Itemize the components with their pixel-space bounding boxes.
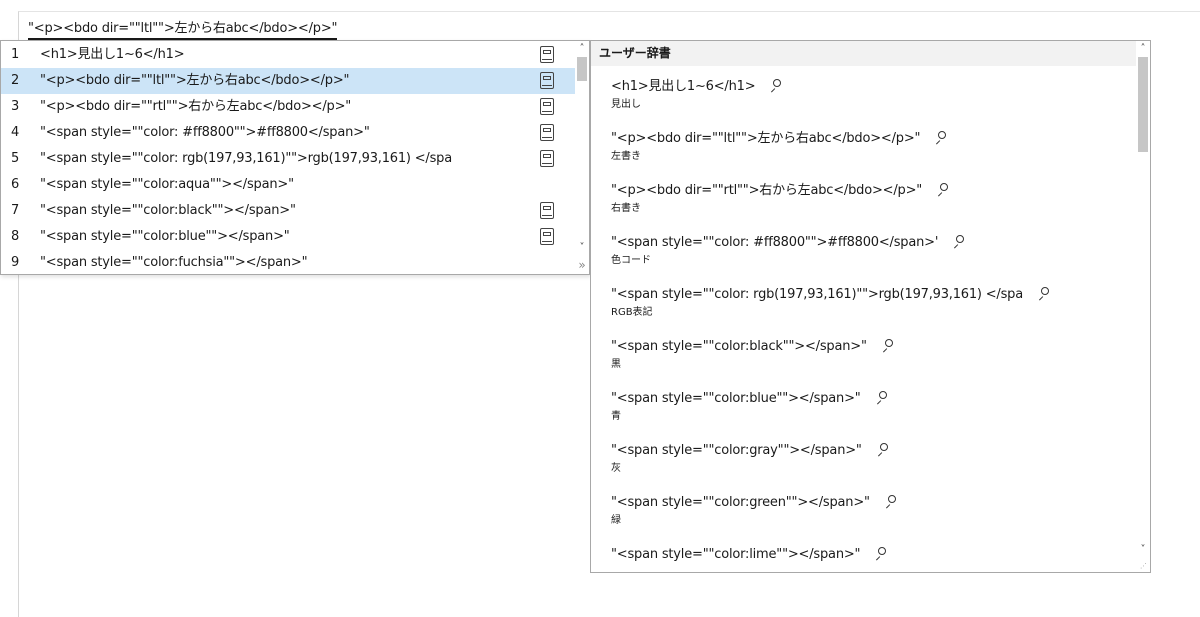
ime-candidate-window: 1 <h1>見出し1~6</h1> 2 "<p><bdo dir=""ltl""… <box>0 40 590 275</box>
dictionary-entry[interactable]: "<span style=""color:gray""></span>" 灰 <box>611 442 1131 476</box>
candidate-text: "<p><bdo dir=""rtl"">右から左abc</bdo></p>" <box>40 99 352 114</box>
candidate-text: "<p><bdo dir=""ltl"">左から右abc</bdo></p>" <box>40 73 350 88</box>
dictionary-reading: 緑 <box>611 515 621 526</box>
dictionary-reading: 見出し <box>611 99 641 110</box>
candidate-text: "<span style=""color:blue""></span>" <box>40 229 290 244</box>
scroll-thumb[interactable] <box>577 57 587 81</box>
candidate-number: 2 <box>11 73 20 88</box>
dictionary-entry[interactable]: "<span style=""color:lime""></span>" <box>611 546 1131 566</box>
candidate-row[interactable]: 6 "<span style=""color:aqua""></span>" <box>1 172 575 198</box>
candidate-row[interactable]: 3 "<p><bdo dir=""rtl"">右から左abc</bdo></p>… <box>1 94 575 120</box>
dictionary-entry[interactable]: "<p><bdo dir=""ltl"">左から右abc</bdo></p>" … <box>611 130 1131 164</box>
resize-grip-icon[interactable]: ⋰ <box>1140 562 1148 570</box>
candidate-number: 1 <box>11 47 20 62</box>
dictionary-title: ユーザー辞書 <box>591 41 1136 66</box>
dictionary-word: "<span style=""color: rgb(197,93,161)"">… <box>611 287 1023 302</box>
dictionary-word: <h1>見出し1~6</h1> <box>611 79 756 94</box>
dictionary-word: "<span style=""color:gray""></span>" <box>611 443 862 458</box>
candidate-row[interactable]: 8 "<span style=""color:blue""></span>" <box>1 224 575 250</box>
candidate-number: 7 <box>11 203 20 218</box>
search-icon[interactable] <box>874 547 888 561</box>
dictionary-entry[interactable]: "<p><bdo dir=""rtl"">右から左abc</bdo></p>" … <box>611 182 1131 216</box>
dictionary-entry[interactable]: "<span style=""color:blue""></span>" 青 <box>611 390 1131 424</box>
dictionary-entry[interactable]: "<span style=""color:green""></span>" 緑 <box>611 494 1131 528</box>
candidate-number: 9 <box>11 255 20 270</box>
dictionary-icon <box>540 98 554 115</box>
candidate-scrollbar[interactable]: ˄ ˅ <box>575 41 589 274</box>
dictionary-icon <box>540 72 554 89</box>
search-icon[interactable] <box>884 495 898 509</box>
dictionary-reading: 右書き <box>611 203 641 214</box>
dictionary-icon <box>540 228 554 245</box>
dictionary-reading: 黒 <box>611 359 621 370</box>
search-icon[interactable] <box>1037 287 1051 301</box>
dictionary-entry[interactable]: "<span style=""color:black""></span>" 黒 <box>611 338 1131 372</box>
dictionary-word: "<p><bdo dir=""rtl"">右から左abc</bdo></p>" <box>611 183 923 198</box>
dictionary-icon <box>540 124 554 141</box>
dictionary-entry[interactable]: "<span style=""color: rgb(197,93,161)"">… <box>611 286 1131 320</box>
candidate-row[interactable]: 5 "<span style=""color: rgb(197,93,161)"… <box>1 146 575 172</box>
candidate-text: "<span style=""color: rgb(197,93,161)"">… <box>40 151 452 166</box>
candidate-row[interactable]: 4 "<span style=""color: #ff8800"">#ff880… <box>1 120 575 146</box>
expand-chevron-icon[interactable]: » <box>575 257 589 273</box>
scroll-down-icon[interactable]: ˅ <box>1136 543 1150 557</box>
dictionary-reading: 青 <box>611 411 621 422</box>
search-icon[interactable] <box>769 79 783 93</box>
candidate-text: "<span style=""color:black""></span>" <box>40 203 296 218</box>
dictionary-scrollbar[interactable]: ˄ ˅ <box>1136 41 1150 572</box>
dictionary-word: "<span style=""color:black""></span>" <box>611 339 867 354</box>
candidate-text: "<span style=""color: #ff8800"">#ff8800<… <box>40 125 370 140</box>
scroll-up-icon[interactable]: ˄ <box>575 42 589 56</box>
search-icon[interactable] <box>881 339 895 353</box>
dictionary-entry[interactable]: <h1>見出し1~6</h1> 見出し <box>611 78 1131 112</box>
user-dictionary-pane: ユーザー辞書 <h1>見出し1~6</h1> 見出し "<p><bdo dir=… <box>590 40 1151 573</box>
dictionary-word: "<p><bdo dir=""ltl"">左から右abc</bdo></p>" <box>611 131 921 146</box>
dictionary-icon <box>540 202 554 219</box>
dictionary-list: <h1>見出し1~6</h1> 見出し "<p><bdo dir=""ltl""… <box>591 66 1136 572</box>
candidate-number: 8 <box>11 229 20 244</box>
candidate-number: 6 <box>11 177 20 192</box>
dictionary-reading: 左書き <box>611 151 641 162</box>
candidate-row[interactable]: 7 "<span style=""color:black""></span>" <box>1 198 575 224</box>
candidate-text: <h1>見出し1~6</h1> <box>40 47 185 62</box>
search-icon[interactable] <box>952 235 966 249</box>
composition-string: "<p><bdo dir=""ltl"">左から右abc</bdo></p>" <box>28 21 338 36</box>
search-icon[interactable] <box>936 183 950 197</box>
candidate-number: 3 <box>11 99 20 114</box>
dictionary-reading: 色コード <box>611 255 651 266</box>
candidate-text: "<span style=""color:aqua""></span>" <box>40 177 294 192</box>
candidate-number: 5 <box>11 151 20 166</box>
dictionary-word: "<span style=""color:green""></span>" <box>611 495 870 510</box>
search-icon[interactable] <box>934 131 948 145</box>
candidate-row-selected[interactable]: 2 "<p><bdo dir=""ltl"">左から右abc</bdo></p>… <box>1 68 575 94</box>
dictionary-reading: 灰 <box>611 463 621 474</box>
scroll-down-icon[interactable]: ˅ <box>575 241 589 255</box>
dictionary-word: "<span style=""color: #ff8800"">#ff8800<… <box>611 235 939 250</box>
candidate-row[interactable]: 9 "<span style=""color:fuchsia""></span>… <box>1 250 575 276</box>
dictionary-entry[interactable]: "<span style=""color: #ff8800"">#ff8800<… <box>611 234 1131 268</box>
search-icon[interactable] <box>876 443 890 457</box>
candidate-row[interactable]: 1 <h1>見出し1~6</h1> <box>1 42 575 68</box>
search-icon[interactable] <box>875 391 889 405</box>
dictionary-icon <box>540 46 554 63</box>
scroll-up-icon[interactable]: ˄ <box>1136 42 1150 56</box>
ime-composition-text: "<p><bdo dir=""ltl"">左から右abc</bdo></p>" <box>28 20 338 40</box>
scroll-thumb[interactable] <box>1138 57 1148 152</box>
candidate-text: "<span style=""color:fuchsia""></span>" <box>40 255 308 270</box>
dictionary-word: "<span style=""color:blue""></span>" <box>611 391 861 406</box>
candidate-number: 4 <box>11 125 20 140</box>
dictionary-icon <box>540 150 554 167</box>
dictionary-reading: RGB表記 <box>611 307 653 318</box>
dictionary-word: "<span style=""color:lime""></span>" <box>611 547 861 562</box>
